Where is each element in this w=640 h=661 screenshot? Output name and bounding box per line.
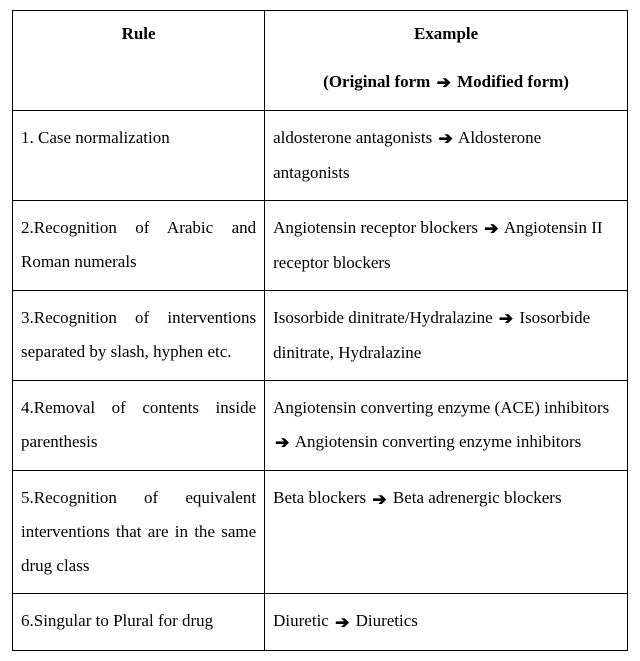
header-rule: Rule <box>13 11 265 111</box>
example-cell: Diuretic ➔ Diuretics <box>265 594 628 650</box>
rule-cell: 6.Singular to Plural for drug <box>13 594 265 650</box>
table-row: 2.Recognition of Arabic and Roman numera… <box>13 201 628 291</box>
header-example-sub-suffix: Modified form) <box>453 72 569 91</box>
example-before: aldosterone antagonists <box>273 128 436 147</box>
rule-text: 1. Case normalization <box>21 128 170 147</box>
example-cell: Angiotensin receptor blockers ➔ Angioten… <box>265 201 628 291</box>
header-example-sub: (Original form ➔ Modified form) <box>273 65 619 100</box>
table-row: 3.Recognition of interventions separated… <box>13 291 628 381</box>
example-after: Beta adrenergic blockers <box>389 488 562 507</box>
rule-cell: 1. Case normalization <box>13 111 265 201</box>
table-body: 1. Case normalization aldosterone antago… <box>13 111 628 650</box>
example-before: Diuretic <box>273 611 333 630</box>
example-after: Angiotensin converting enzyme inhibitors <box>291 432 581 451</box>
header-example-sub-prefix: (Original form <box>323 72 434 91</box>
arrow-icon: ➔ <box>499 302 513 336</box>
rule-text: 2.Recognition of Arabic and Roman numera… <box>21 218 256 271</box>
table-row: 6.Singular to Plural for drug Diuretic ➔… <box>13 594 628 650</box>
example-after: Diuretics <box>351 611 418 630</box>
arrow-icon: ➔ <box>439 122 453 156</box>
rule-cell: 2.Recognition of Arabic and Roman numera… <box>13 201 265 291</box>
rule-text: 4.Removal of contents inside parenthesis <box>21 398 256 451</box>
example-before: Angiotensin converting enzyme (ACE) inhi… <box>273 398 609 417</box>
header-example: Example (Original form ➔ Modified form) <box>265 11 628 111</box>
example-before: Isosorbide dinitrate/Hydralazine <box>273 308 497 327</box>
header-rule-text: Rule <box>122 24 156 43</box>
rule-cell: 4.Removal of contents inside parenthesis <box>13 381 265 471</box>
arrow-icon: ➔ <box>437 66 451 100</box>
table-header-row: Rule Example (Original form ➔ Modified f… <box>13 11 628 111</box>
table-row: 4.Removal of contents inside parenthesis… <box>13 381 628 471</box>
example-cell: Angiotensin converting enzyme (ACE) inhi… <box>265 381 628 471</box>
table-row: 1. Case normalization aldosterone antago… <box>13 111 628 201</box>
rule-text: 3.Recognition of interventions separated… <box>21 308 256 361</box>
example-cell: aldosterone antagonists ➔ Aldosterone an… <box>265 111 628 201</box>
rules-table: Rule Example (Original form ➔ Modified f… <box>12 10 628 651</box>
rule-cell: 5.Recognition of equivalent intervention… <box>13 471 265 594</box>
example-before: Beta blockers <box>273 488 370 507</box>
rule-text: 5.Recognition of equivalent intervention… <box>21 488 256 575</box>
arrow-icon: ➔ <box>335 606 349 640</box>
header-example-text: Example <box>414 24 478 43</box>
table-row: 5.Recognition of equivalent intervention… <box>13 471 628 594</box>
example-cell: Beta blockers ➔ Beta adrenergic blockers <box>265 471 628 594</box>
rule-cell: 3.Recognition of interventions separated… <box>13 291 265 381</box>
arrow-icon: ➔ <box>484 212 498 246</box>
example-cell: Isosorbide dinitrate/Hydralazine ➔ Isoso… <box>265 291 628 381</box>
example-before: Angiotensin receptor blockers <box>273 218 482 237</box>
arrow-icon: ➔ <box>372 483 386 517</box>
rule-text: 6.Singular to Plural for drug <box>21 611 213 630</box>
arrow-icon: ➔ <box>275 426 289 460</box>
